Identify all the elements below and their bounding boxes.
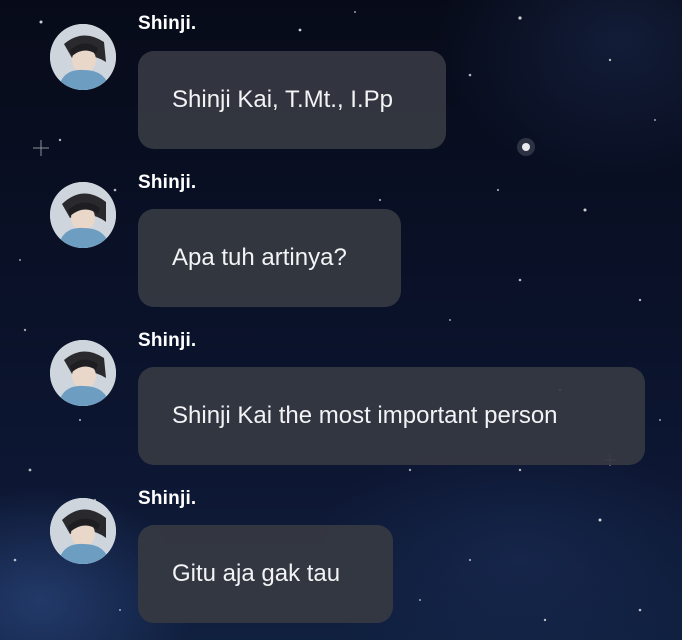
user-avatar-icon [50,24,116,90]
user-avatar[interactable] [50,24,116,90]
chat-thread: Shinji. Shinji Kai, T.Mt., I.Pp Shinji. … [0,0,682,640]
message-text: Apa tuh artinya? [172,244,347,271]
user-avatar-icon [50,182,116,248]
message-text: Shinji Kai, T.Mt., I.Pp [172,86,393,113]
user-avatar[interactable] [50,182,116,248]
user-avatar-icon [50,498,116,564]
sender-name: Shinji. [138,488,197,509]
message-text: Shinji Kai the most important person [172,402,558,429]
message-bubble[interactable]: Shinji Kai, T.Mt., I.Pp [138,51,446,149]
message-text: Gitu aja gak tau [172,560,341,587]
sender-name: Shinji. [138,330,197,351]
message-bubble[interactable]: Gitu aja gak tau [138,525,393,623]
user-avatar[interactable] [50,340,116,406]
user-avatar[interactable] [50,498,116,564]
sender-name: Shinji. [138,172,197,193]
message-bubble[interactable]: Apa tuh artinya? [138,209,401,307]
message-bubble[interactable]: Shinji Kai the most important person [138,367,645,465]
user-avatar-icon [50,340,116,406]
sender-name: Shinji. [138,13,197,34]
